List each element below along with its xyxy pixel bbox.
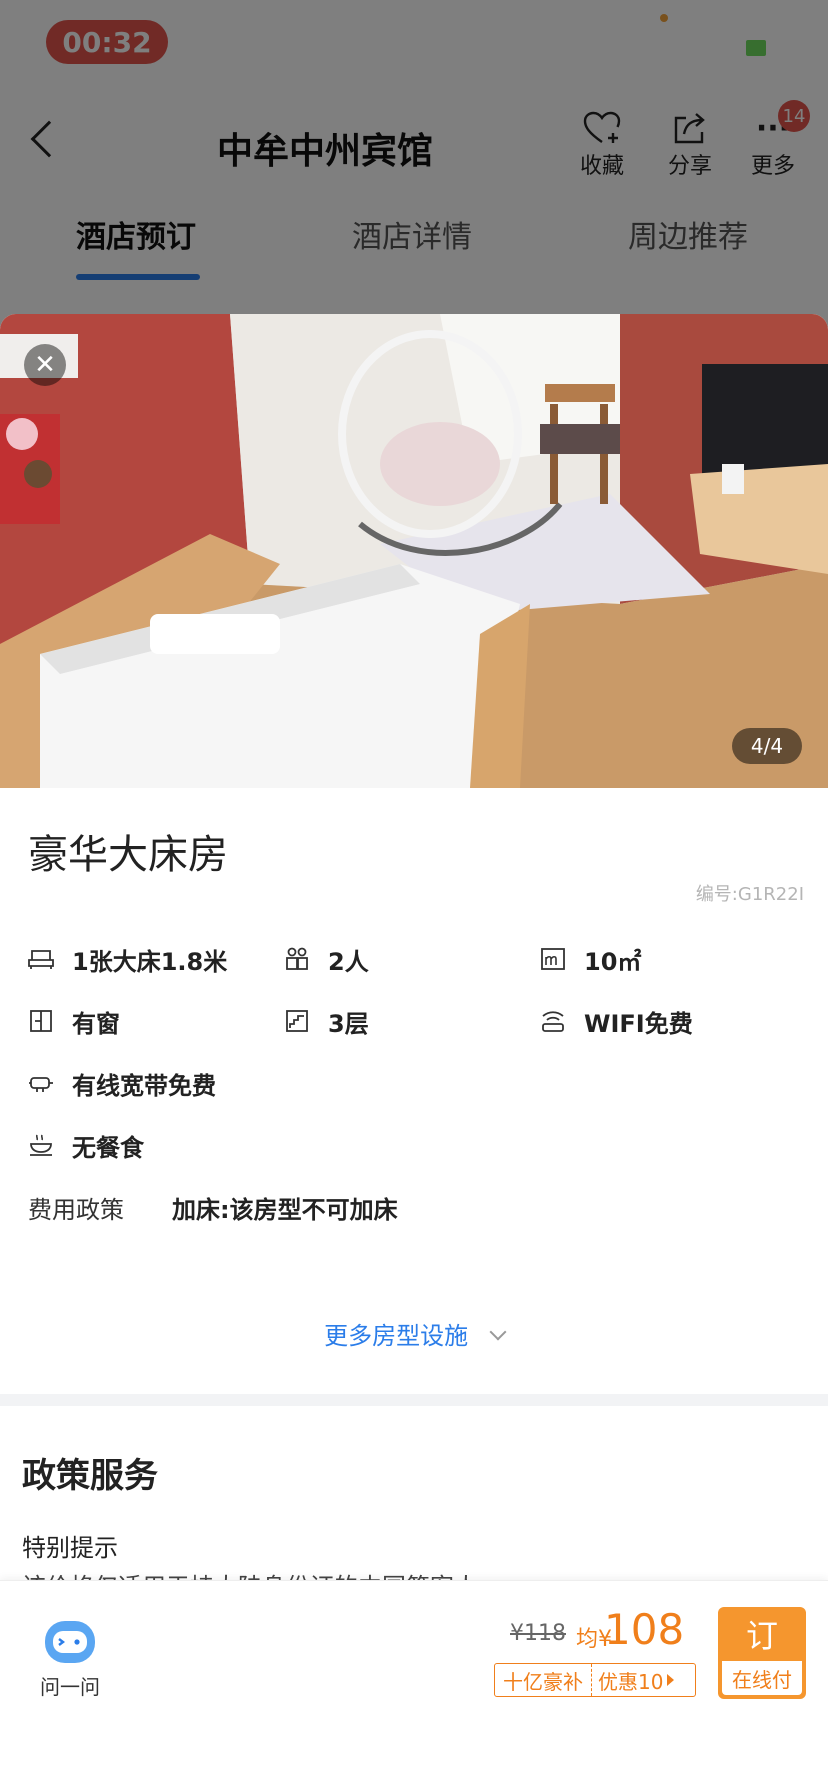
window-label: 有窗 [72,1009,120,1038]
amenity-area: 10㎡ [540,942,641,976]
area-label: 10㎡ [584,947,642,976]
amenity-people: 2人 [284,942,369,976]
ask-label: 问一问 [40,1675,100,1699]
amenity-bed: 1张大床1.8米 [28,942,227,976]
meal-icon [28,1132,54,1158]
fee-policy-value: 加床:该房型不可加床 [172,1196,398,1224]
chevron-down-icon [489,1323,507,1341]
stairs-icon [284,1008,310,1034]
room-photo[interactable]: ✕ 4/4 [0,314,828,788]
pay-online-label: 在线付 [722,1661,802,1695]
image-counter: 4/4 [732,728,802,764]
floor-label: 3层 [328,1009,369,1038]
wifi-icon [540,1008,566,1034]
bed-label: 1张大床1.8米 [72,947,228,976]
room-code: 编号:G1R22I [695,884,804,905]
booking-bar: 问一问 ¥118 均¥ 108 十亿豪补 优惠10 订 在线付 [0,1580,828,1792]
book-label: 订 [745,1617,778,1655]
fee-policy-label: 费用政策 [28,1196,124,1224]
promo-discount-label: 优惠10 [598,1669,664,1694]
meal-label: 无餐食 [72,1133,144,1162]
people-icon [284,946,310,972]
wifi-label: WIFI免费 [584,1009,693,1038]
caret-right-icon [667,1674,675,1686]
promo-discount: 优惠10 [592,1666,680,1695]
window-icon [28,1008,54,1034]
amenity-window: 有窗 [28,1004,120,1038]
close-icon[interactable]: ✕ [24,344,66,386]
broadband-icon [28,1070,54,1096]
people-label: 2人 [328,947,369,976]
room-detail-sheet: ✕ 4/4 豪华大床房 编号:G1R22I 1张大床1.8米 2人 10㎡ 有窗… [0,314,828,1792]
more-facilities-label: 更多房型设施 [324,1322,469,1350]
amenity-broadband: 有线宽带免费 [28,1066,216,1100]
amenity-wifi: WIFI免费 [540,1004,693,1038]
promo-badge[interactable]: 十亿豪补 优惠10 [494,1663,696,1697]
room-name: 豪华大床房 [28,832,228,878]
policy-section-title: 政策服务 [22,1456,158,1496]
promo-subsidy: 十亿豪补 [495,1664,592,1696]
area-icon [540,946,566,972]
current-price: 108 [604,1605,685,1654]
original-price: ¥118 [510,1621,566,1646]
section-divider [0,1394,828,1406]
robot-icon [30,1617,110,1667]
bed-icon [28,946,54,972]
broadband-label: 有线宽带免费 [72,1071,216,1100]
book-button[interactable]: 订 在线付 [718,1607,806,1699]
amenity-floor: 3层 [284,1004,369,1038]
special-notice-label: 特别提示 [22,1534,118,1562]
ask-button[interactable]: 问一问 [30,1617,110,1700]
more-facilities-button[interactable]: 更多房型设施 [0,1316,828,1351]
amenity-meal: 无餐食 [28,1128,144,1162]
